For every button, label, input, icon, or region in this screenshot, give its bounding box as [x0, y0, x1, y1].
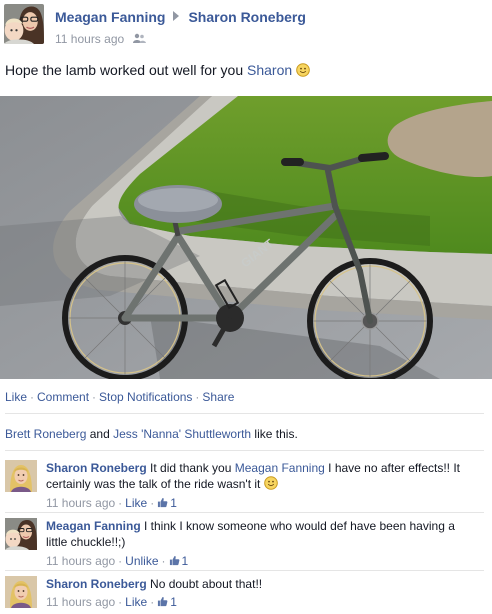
divider: [5, 512, 484, 513]
comment-text: It did thank you: [146, 461, 235, 475]
comment-body: Sharon Roneberg No doubt about that!! 11…: [46, 576, 471, 610]
mention-link[interactable]: Meagan Fanning: [235, 461, 325, 475]
divider: [5, 570, 484, 571]
comment-body: Sharon Roneberg It did thank you Meagan …: [46, 460, 471, 511]
stop-notifications-link[interactable]: Stop Notifications: [99, 390, 192, 404]
thumbs-up-icon: [158, 498, 168, 508]
post-message: Hope the lamb worked out well for you Sh…: [5, 62, 310, 78]
comment-like-count[interactable]: 1: [169, 554, 188, 568]
comment-link[interactable]: Comment: [37, 390, 89, 404]
friends-audience-icon[interactable]: [132, 33, 146, 47]
like-post-link[interactable]: Like: [5, 390, 27, 404]
liker-link[interactable]: Jess 'Nanna' Shuttleworth: [113, 427, 251, 441]
triangle-right-icon: [173, 11, 180, 21]
divider: [5, 450, 484, 451]
comment-timestamp[interactable]: 11 hours ago: [46, 496, 115, 510]
thumbs-up-icon: [158, 597, 168, 607]
comment-timestamp[interactable]: 11 hours ago: [46, 554, 115, 568]
thumbs-up-icon: [169, 556, 179, 566]
comment-unlike-link[interactable]: Unlike: [125, 554, 158, 568]
comment-timestamp[interactable]: 11 hours ago: [46, 595, 115, 609]
post-photo[interactable]: GIANT: [0, 96, 492, 379]
commenter-avatar[interactable]: [5, 460, 37, 492]
comment-like-link[interactable]: Like: [125, 595, 147, 609]
comment-meta: 11 hours ago · Unlike · 1: [46, 554, 189, 568]
smiley-emoticon-icon: [263, 476, 278, 490]
author-name-link[interactable]: Meagan Fanning: [55, 9, 165, 25]
share-link[interactable]: Share: [202, 390, 234, 404]
comment-meta: 11 hours ago · Like · 1: [46, 496, 177, 510]
comment-body: Meagan Fanning I think I know someone wh…: [46, 518, 471, 569]
liker-link[interactable]: Brett Roneberg: [5, 427, 86, 441]
post-meta: 11 hours ago: [55, 32, 146, 47]
comment-author-link[interactable]: Sharon Roneberg: [46, 577, 147, 591]
comment-item: Sharon Roneberg It did thank you Meagan …: [5, 460, 483, 510]
commenter-avatar[interactable]: [5, 576, 37, 608]
post-actions: Like · Comment · Stop Notifications · Share: [5, 390, 235, 404]
likes-summary: Brett Roneberg and Jess 'Nanna' Shuttlew…: [5, 427, 298, 441]
comment-like-link[interactable]: Like: [125, 496, 147, 510]
comment-like-count[interactable]: 1: [157, 595, 177, 609]
comment-author-link[interactable]: Meagan Fanning: [46, 519, 141, 533]
smiley-emoticon-icon: [296, 63, 310, 77]
post-text-body: Hope the lamb worked out well for you: [5, 62, 248, 78]
tagged-person-link[interactable]: Sharon: [247, 62, 292, 78]
post-header: Meagan Fanning Sharon Roneberg 11 hours a…: [4, 4, 484, 46]
commenter-avatar[interactable]: [5, 518, 37, 550]
target-name-link[interactable]: Sharon Roneberg: [188, 9, 305, 25]
comment-item: Meagan Fanning I think I know someone wh…: [5, 518, 483, 568]
post-authors: Meagan Fanning Sharon Roneberg: [55, 9, 306, 25]
comment-text: No doubt about that!!: [146, 577, 263, 591]
comment-item: Sharon Roneberg No doubt about that!! 11…: [5, 576, 483, 612]
post-timestamp[interactable]: 11 hours ago: [55, 32, 124, 46]
comment-meta: 11 hours ago · Like · 1: [46, 595, 177, 609]
comment-like-count[interactable]: 1: [157, 496, 177, 510]
author-avatar[interactable]: [4, 4, 44, 44]
comment-author-link[interactable]: Sharon Roneberg: [46, 461, 147, 475]
divider: [5, 413, 484, 414]
